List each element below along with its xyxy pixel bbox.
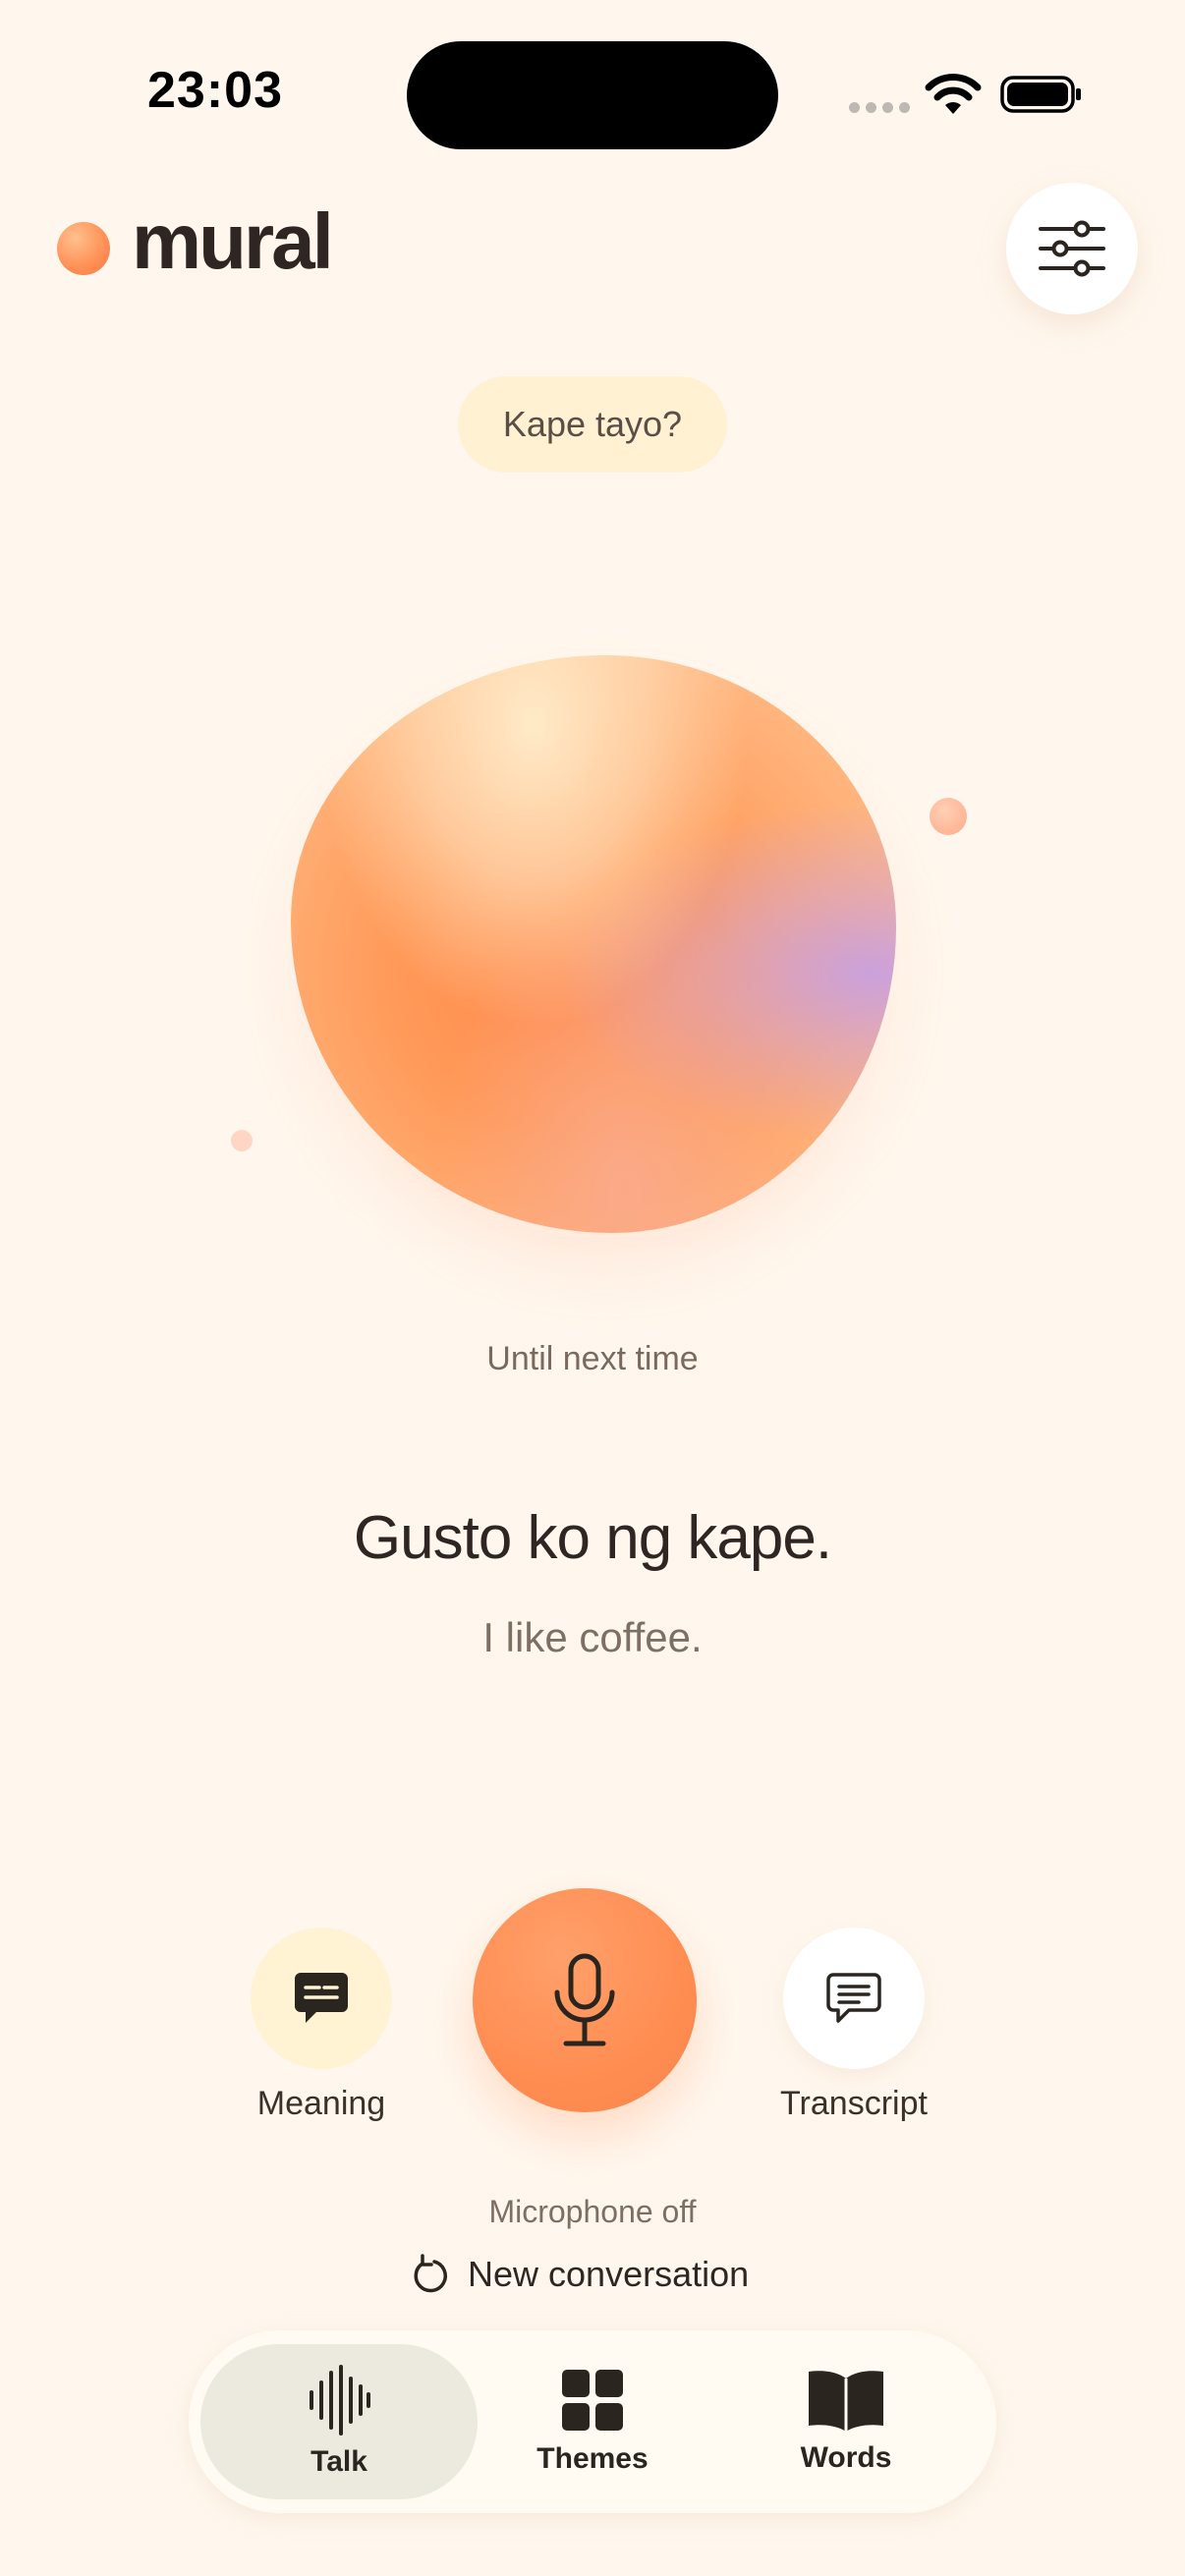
new-conversation-button[interactable]: New conversation	[411, 2250, 749, 2299]
tab-themes-label: Themes	[536, 2442, 649, 2475]
meaning-label: Meaning	[256, 2085, 386, 2122]
microphone-button[interactable]	[473, 1888, 697, 2112]
tab-themes[interactable]: Themes	[454, 2344, 731, 2499]
waveform-icon	[310, 2365, 370, 2436]
tab-words[interactable]: Words	[707, 2344, 985, 2499]
status-time: 23:03	[147, 62, 283, 119]
transcript-label: Transcript	[780, 2085, 928, 2122]
new-conversation-label: New conversation	[468, 2254, 750, 2294]
grid-icon	[562, 2370, 623, 2431]
microphone-status: Microphone off	[488, 2194, 697, 2229]
meaning-button[interactable]	[251, 1928, 392, 2069]
dynamic-island	[407, 41, 778, 149]
signal-icon	[849, 102, 910, 113]
wifi-icon	[925, 74, 982, 114]
message-icon	[295, 1973, 348, 2023]
prompt-chip[interactable]: Kape tayo?	[458, 376, 727, 473]
tab-words-label: Words	[800, 2441, 892, 2474]
settings-button[interactable]	[1006, 183, 1138, 314]
transcript-button[interactable]	[783, 1928, 925, 2069]
orb-particle	[231, 1130, 253, 1151]
battery-icon	[1000, 76, 1081, 113]
tab-talk[interactable]: Talk	[200, 2344, 478, 2499]
microphone-icon	[554, 1953, 615, 2046]
transcript-icon	[826, 1973, 881, 2023]
logo-dot	[57, 222, 110, 275]
sliders-icon	[1039, 220, 1105, 277]
app-logo: mural	[132, 197, 334, 285]
conversation-status: Until next time	[486, 1340, 699, 1377]
translation-text: I like coffee.	[482, 1614, 703, 1660]
tab-bar: Talk Themes Words	[189, 2330, 996, 2513]
restart-icon	[414, 2254, 447, 2293]
orb-particle	[930, 798, 967, 835]
book-icon	[809, 2371, 883, 2432]
tab-talk-label: Talk	[310, 2445, 367, 2478]
phrase-text: Gusto ko ng kape.	[353, 1504, 832, 1572]
